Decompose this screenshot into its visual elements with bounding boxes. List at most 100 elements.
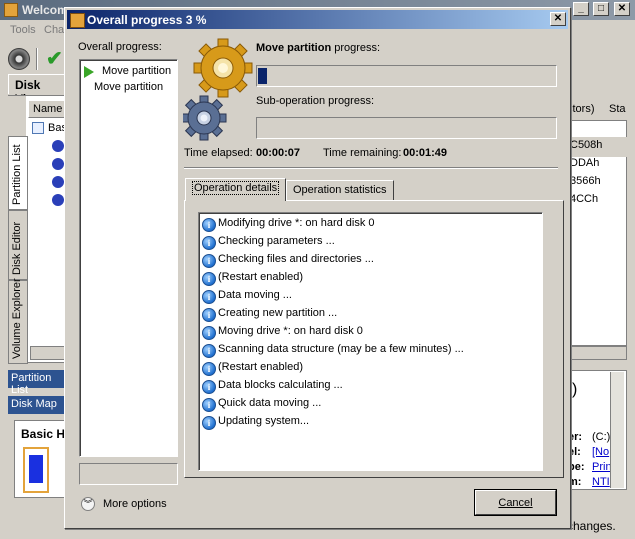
- tab-operation-statistics[interactable]: Operation statistics: [286, 180, 394, 201]
- side-tab-volume-explorer[interactable]: Volume Explorer: [8, 278, 28, 364]
- dialog-app-icon: [70, 13, 85, 28]
- more-options-chevron-icon[interactable]: ︾: [81, 497, 95, 511]
- volume-icon: [52, 158, 64, 170]
- side-tab-partition-list[interactable]: Partition List: [8, 136, 28, 210]
- app-toolbar: ✔: [0, 40, 70, 74]
- disk-tool-icon[interactable]: [8, 48, 30, 70]
- log-entry-text: Scanning data structure (may be a few mi…: [218, 343, 464, 355]
- log-entry-text: (Restart enabled): [218, 361, 303, 373]
- volume-icon: [52, 140, 64, 152]
- main-progress-bar: [256, 65, 557, 87]
- menu-tools[interactable]: Tools: [10, 24, 36, 36]
- gears-icon: [183, 38, 253, 141]
- log-entry-text: Data moving ...: [218, 289, 292, 301]
- column-header-sectors[interactable]: ctors): [567, 103, 595, 115]
- disk-map-bar[interactable]: Disk Map: [8, 396, 66, 414]
- column-header-name[interactable]: Name: [28, 100, 68, 118]
- log-entry-text: Moving drive *: on hard disk 0: [218, 325, 363, 337]
- info-icon: i: [202, 416, 216, 430]
- info-icon: i: [202, 236, 216, 250]
- maximize-button[interactable]: □: [593, 2, 609, 16]
- info-link[interactable]: NTI: [592, 476, 610, 488]
- basic-disk-label: Basic H: [21, 427, 66, 441]
- horizontal-scrollbar[interactable]: [30, 346, 66, 360]
- cancel-button[interactable]: Cancel: [474, 489, 557, 516]
- list-item[interactable]: Move partition: [80, 80, 176, 96]
- log-entry-text: Quick data moving ...: [218, 397, 322, 409]
- partition-fill: [29, 455, 43, 483]
- toolbar-separator: [36, 48, 38, 70]
- log-entry-text: Checking files and directories ...: [218, 253, 374, 265]
- time-remaining-value: 00:01:49: [403, 147, 448, 159]
- main-progress-label: Move partition progress:: [256, 42, 380, 54]
- list-item[interactable]: C508h: [568, 137, 630, 157]
- menu-changes[interactable]: Cha: [44, 24, 64, 36]
- info-icon: i: [202, 308, 216, 322]
- app-title: Welcom: [22, 3, 68, 17]
- disk-map-partition[interactable]: [23, 447, 49, 493]
- info-icon: i: [202, 272, 216, 286]
- info-vscrollbar[interactable]: [610, 372, 624, 488]
- info-icon: i: [202, 398, 216, 412]
- apply-check-icon[interactable]: ✔: [46, 46, 63, 71]
- sub-progress-label: Sub-operation progress:: [256, 95, 375, 107]
- app-close-button[interactable]: ✕: [614, 2, 630, 16]
- right-list: C508h DDAh 3566h 4CCh: [567, 120, 630, 346]
- sub-progress-bar: [256, 117, 557, 139]
- app-logo-icon: [4, 3, 18, 17]
- info-link[interactable]: [No: [592, 446, 609, 458]
- dialog-titlebar: Overall progress 3 % ✕: [67, 10, 568, 29]
- list-item[interactable]: DDAh: [568, 155, 630, 175]
- partition-list-bar[interactable]: Partition List: [8, 370, 66, 396]
- info-icon: i: [202, 362, 216, 376]
- main-progress-fill: [258, 68, 267, 84]
- volume-icon: [52, 176, 64, 188]
- info-icon: i: [202, 290, 216, 304]
- disk-view-tab[interactable]: Disk View: [8, 74, 68, 106]
- main-progress-operation: Move partition: [256, 42, 332, 54]
- dialog-close-button[interactable]: ✕: [550, 12, 566, 26]
- right-column-headers: ctors) Sta: [567, 98, 635, 120]
- info-paren: ): [572, 381, 578, 398]
- dialog-title: Overall progress 3 %: [87, 13, 207, 27]
- info-icon: i: [202, 218, 216, 232]
- operations-list: Move partition Move partition: [79, 59, 178, 457]
- log-entry-text: Modifying drive *: on hard disk 0: [218, 217, 375, 229]
- current-operation-arrow-icon: [84, 66, 94, 78]
- operation-log: i Modifying drive *: on hard disk 0 i Check…: [198, 212, 543, 471]
- log-entry-text: Creating new partition ...: [218, 307, 338, 319]
- list-item[interactable]: Move partition: [80, 64, 176, 80]
- side-tab-disk-editor[interactable]: Disk Editor: [8, 210, 28, 280]
- info-icon: i: [202, 326, 216, 340]
- status-field: [79, 463, 178, 485]
- log-entry-text: Updating system...: [218, 415, 310, 427]
- disk-tree-icon: [32, 122, 44, 134]
- info-icon: i: [202, 254, 216, 268]
- disk-map-panel: Basic H: [14, 420, 66, 498]
- separator: [184, 167, 558, 169]
- log-entry-text: Checking parameters ...: [218, 235, 335, 247]
- info-link[interactable]: Prin: [592, 461, 612, 473]
- operation-label: Move partition: [102, 65, 172, 77]
- time-elapsed-value: 00:00:07: [256, 147, 301, 159]
- info-icon: i: [202, 344, 216, 358]
- volume-icon: [52, 194, 64, 206]
- main-progress-suffix: progress:: [331, 42, 381, 54]
- tab-operation-details[interactable]: Operation details: [185, 178, 287, 201]
- time-remaining-label: Time remaining:: [323, 147, 402, 159]
- operation-label: Move partition: [94, 81, 164, 93]
- right-hscrollbar[interactable]: [567, 346, 627, 360]
- overall-progress-label: Overall progress:: [78, 41, 162, 53]
- column-header-status[interactable]: Sta: [609, 103, 626, 115]
- log-entry-text: Data blocks calculating ...: [218, 379, 343, 391]
- list-item[interactable]: 4CCh: [568, 191, 630, 211]
- side-tab-strip: Partition List Disk Editor Volume Explor…: [8, 96, 28, 364]
- time-elapsed-label: Time elapsed:: [184, 147, 253, 159]
- log-entry-text: (Restart enabled): [218, 271, 303, 283]
- minimize-button[interactable]: _: [573, 2, 589, 16]
- list-item[interactable]: 3566h: [568, 173, 630, 193]
- info-value: (C:): [592, 431, 611, 443]
- more-options-link[interactable]: More options: [103, 498, 167, 510]
- info-icon: i: [202, 380, 216, 394]
- progress-dialog: Overall progress 3 % ✕ Overall progress:…: [64, 7, 571, 529]
